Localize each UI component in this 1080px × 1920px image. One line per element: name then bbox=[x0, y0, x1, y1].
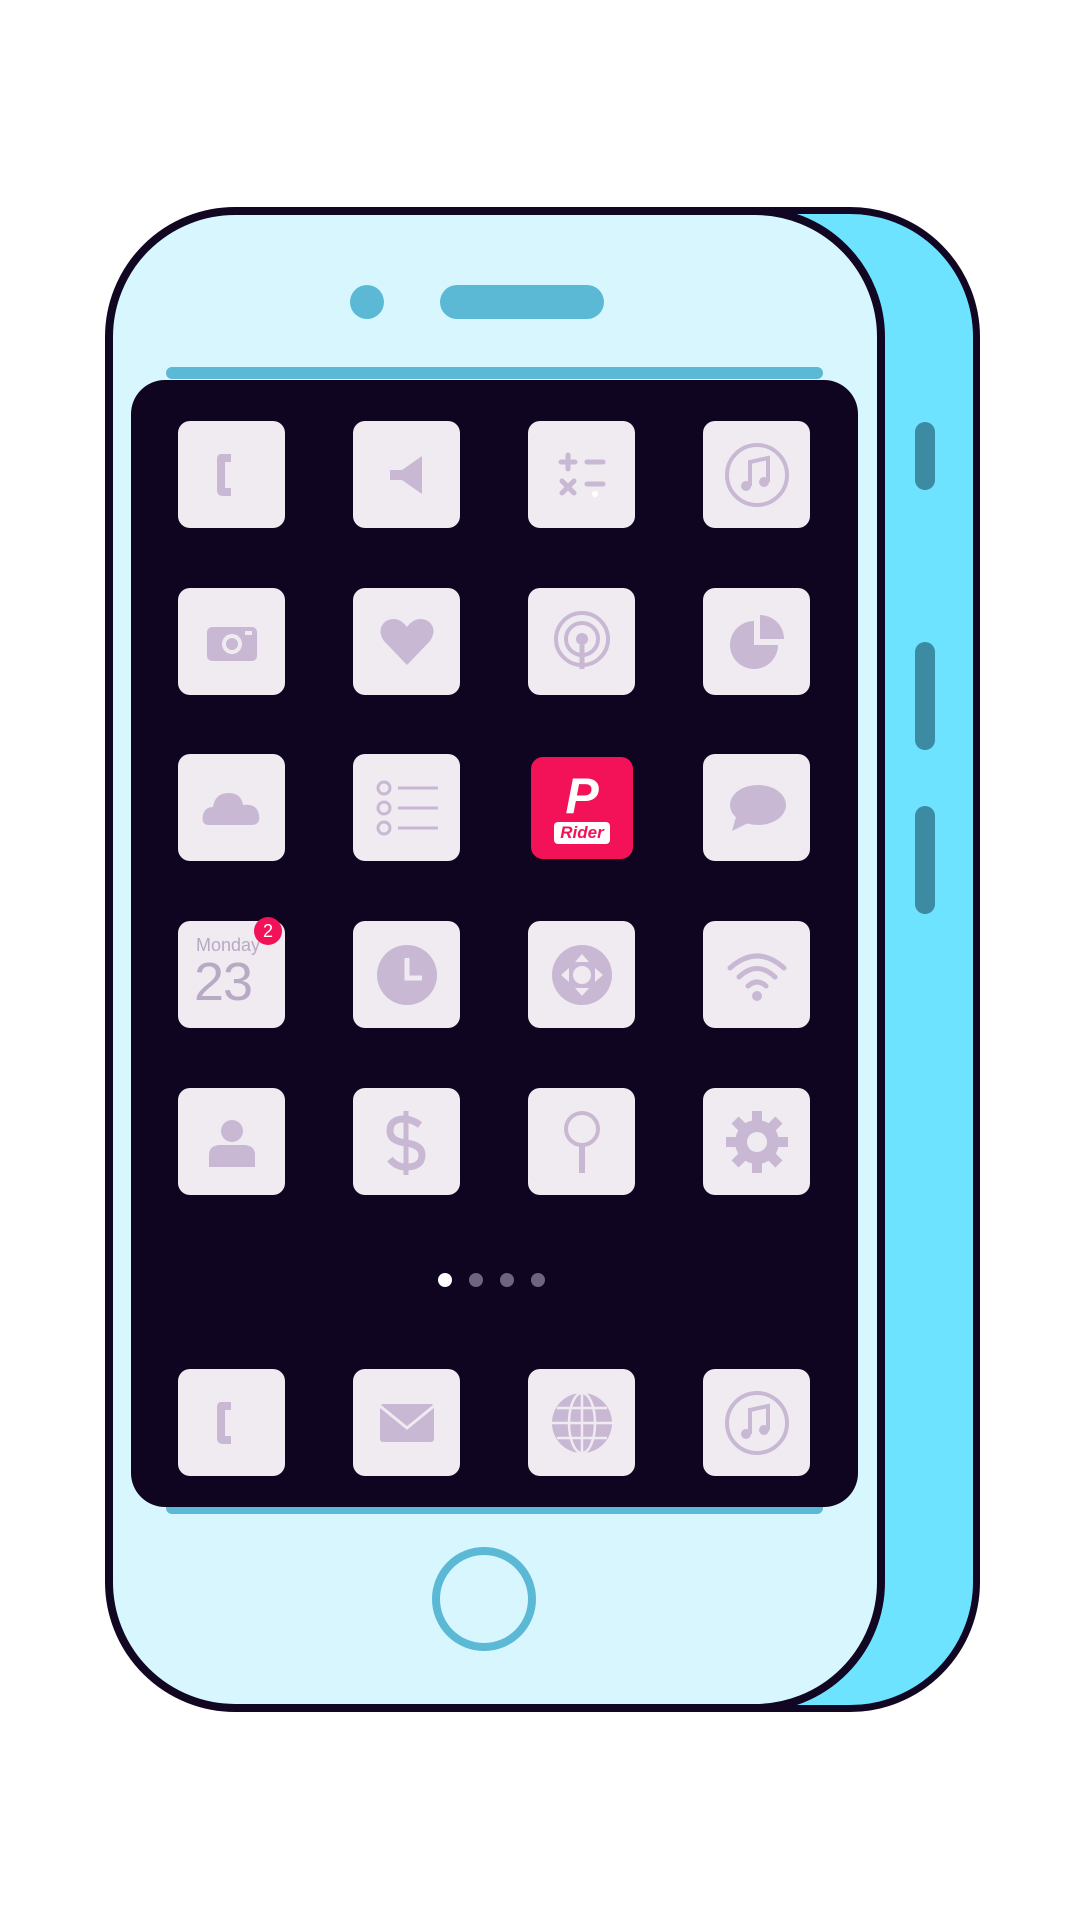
app-messages[interactable] bbox=[703, 754, 810, 861]
notification-badge: 2 bbox=[254, 917, 282, 945]
app-music[interactable] bbox=[703, 421, 810, 528]
mail-icon bbox=[378, 1403, 435, 1442]
dollar-icon bbox=[385, 1110, 426, 1175]
volume-up-button[interactable] bbox=[915, 642, 935, 750]
music-icon bbox=[724, 442, 789, 507]
app-wifi[interactable] bbox=[703, 921, 810, 1028]
app-podcasts[interactable] bbox=[528, 588, 635, 695]
speaker-grille bbox=[440, 285, 604, 319]
page-dot-4[interactable] bbox=[531, 1273, 545, 1287]
app-calculator[interactable] bbox=[528, 421, 635, 528]
app-clock[interactable] bbox=[353, 921, 460, 1028]
camera-icon bbox=[206, 626, 257, 661]
app-announcements[interactable] bbox=[353, 421, 460, 528]
gear-icon bbox=[725, 1110, 788, 1173]
app-games[interactable] bbox=[528, 921, 635, 1028]
chat-icon bbox=[729, 784, 786, 831]
app-contacts[interactable] bbox=[178, 1088, 285, 1195]
app-camera[interactable] bbox=[178, 588, 285, 695]
heart-icon bbox=[379, 618, 434, 665]
podcast-icon bbox=[553, 610, 610, 669]
phone-icon bbox=[216, 1401, 231, 1444]
calendar-date: 23 bbox=[194, 952, 253, 1012]
dock-browser[interactable] bbox=[528, 1369, 635, 1476]
rider-logo-letter: P bbox=[565, 768, 599, 824]
wifi-icon bbox=[727, 953, 786, 1001]
side-button-top[interactable] bbox=[915, 422, 935, 490]
screen-top-edge bbox=[166, 367, 823, 379]
rider-app-icon: P Rider bbox=[554, 768, 610, 844]
search-icon bbox=[563, 1110, 600, 1173]
page-dot-3[interactable] bbox=[500, 1273, 514, 1287]
home-button[interactable] bbox=[432, 1547, 536, 1651]
cloud-icon bbox=[202, 792, 259, 825]
app-health[interactable] bbox=[353, 588, 460, 695]
app-weather[interactable] bbox=[178, 754, 285, 861]
app-reminders[interactable] bbox=[353, 754, 460, 861]
page-dot-1[interactable] bbox=[438, 1273, 452, 1287]
calculator-icon bbox=[558, 452, 605, 497]
list-icon bbox=[376, 780, 438, 835]
app-settings[interactable] bbox=[703, 1088, 810, 1195]
app-phone[interactable] bbox=[178, 421, 285, 528]
dock-music[interactable] bbox=[703, 1369, 810, 1476]
pie-chart-icon bbox=[729, 614, 784, 669]
dock-mail[interactable] bbox=[353, 1369, 460, 1476]
contacts-icon bbox=[208, 1119, 255, 1167]
app-finance[interactable] bbox=[353, 1088, 460, 1195]
music-icon bbox=[724, 1390, 789, 1455]
dock-phone[interactable] bbox=[178, 1369, 285, 1476]
front-camera bbox=[350, 285, 384, 319]
clock-icon bbox=[376, 944, 437, 1005]
rider-app-label: Rider bbox=[554, 822, 610, 844]
megaphone-icon bbox=[389, 455, 422, 494]
app-search[interactable] bbox=[528, 1088, 635, 1195]
app-statistics[interactable] bbox=[703, 588, 810, 695]
page-dot-2[interactable] bbox=[469, 1273, 483, 1287]
phone-icon bbox=[216, 453, 231, 496]
gamepad-icon bbox=[551, 944, 612, 1005]
globe-icon bbox=[551, 1391, 612, 1454]
volume-down-button[interactable] bbox=[915, 806, 935, 914]
app-rider[interactable]: P Rider bbox=[531, 757, 633, 859]
